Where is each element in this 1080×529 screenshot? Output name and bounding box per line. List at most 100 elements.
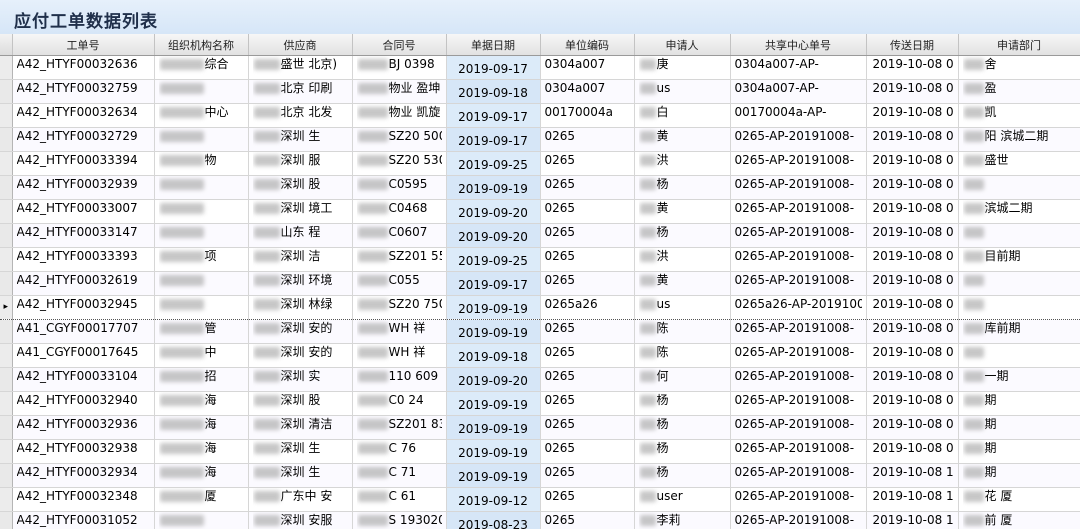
cell-unit-code[interactable]: 0265 [540, 439, 635, 464]
cell-doc-date[interactable]: 2019-09-19 [446, 295, 541, 320]
cell-org-name[interactable] [154, 223, 249, 248]
cell-supplier[interactable]: 山东 程 [248, 223, 353, 248]
cell-contract-no[interactable]: SZ20 500 [352, 127, 447, 152]
table-row[interactable]: A42_HTYF00032940 海 深圳 股 C0 24 2019-09-19 0265… [0, 391, 1080, 416]
cell-department[interactable] [958, 223, 1080, 248]
cell-send-date[interactable]: 2019-10-08 09: [866, 175, 959, 200]
cell-supplier[interactable]: 深圳 安的 [248, 343, 353, 368]
table-row[interactable]: A42_HTYF00032729 深圳 生 SZ20 500 2019-09-17 02… [0, 127, 1080, 152]
cell-send-date[interactable]: 2019-10-08 09: [866, 367, 959, 392]
cell-applicant[interactable]: us [634, 295, 731, 320]
cell-org-name[interactable] [154, 79, 249, 104]
cell-order-no[interactable]: A42_HTYF00032759 [12, 79, 155, 104]
cell-supplier[interactable]: 深圳 清洁 [248, 415, 353, 440]
cell-doc-date[interactable]: 2019-09-17 [446, 55, 541, 80]
table-row[interactable]: A42_HTYF00032936 海 深圳 清洁 SZ201 8305100 2019-… [0, 415, 1080, 440]
cell-doc-date[interactable]: 2019-09-19 [446, 439, 541, 464]
row-header[interactable]: ▸ [0, 295, 13, 320]
table-row[interactable]: A42_HTYF00033147 山东 程 C0607 2019-09-20 0265 杨… [0, 223, 1080, 248]
cell-contract-no[interactable]: C0607 [352, 223, 447, 248]
table-row[interactable]: A42_HTYF00033394 物 深圳 服 SZ20 530 2019-09-25 0… [0, 151, 1080, 176]
cell-doc-date[interactable]: 2019-09-17 [446, 271, 541, 296]
cell-supplier[interactable]: 深圳 股 [248, 391, 353, 416]
cell-org-name[interactable] [154, 175, 249, 200]
cell-supplier[interactable]: 深圳 生 [248, 439, 353, 464]
cell-applicant[interactable]: 杨 [634, 391, 731, 416]
cell-department[interactable] [958, 175, 1080, 200]
cell-shared-center-no[interactable]: 0265-AP-20191008- [730, 463, 867, 488]
cell-shared-center-no[interactable]: 0265-AP-20191008- [730, 511, 867, 529]
cell-send-date[interactable]: 2019-10-08 09: [866, 295, 959, 320]
table-row[interactable]: A42_HTYF00033393 项 深圳 洁 SZ201 550 2019-09-25… [0, 247, 1080, 272]
row-header[interactable] [0, 319, 13, 344]
row-header[interactable] [0, 55, 13, 80]
cell-org-name[interactable]: 海 [154, 439, 249, 464]
column-header-department[interactable]: 申请部门 [958, 34, 1080, 56]
cell-unit-code[interactable]: 0265 [540, 247, 635, 272]
cell-unit-code[interactable]: 0304a007 [540, 55, 635, 80]
cell-applicant[interactable]: 白 [634, 103, 731, 128]
cell-send-date[interactable]: 2019-10-08 10: [866, 463, 959, 488]
cell-department[interactable]: 库前期 [958, 319, 1080, 344]
cell-shared-center-no[interactable]: 0265-AP-20191008- [730, 319, 867, 344]
cell-org-name[interactable]: 招 [154, 367, 249, 392]
cell-doc-date[interactable]: 2019-09-20 [446, 367, 541, 392]
row-header[interactable] [0, 367, 13, 392]
cell-unit-code[interactable]: 0265 [540, 391, 635, 416]
cell-supplier[interactable]: 深圳 生 [248, 127, 353, 152]
cell-unit-code[interactable]: 0265 [540, 415, 635, 440]
row-header[interactable] [0, 511, 13, 529]
cell-order-no[interactable]: A42_HTYF00032636 [12, 55, 155, 80]
cell-contract-no[interactable]: C0468 [352, 199, 447, 224]
cell-order-no[interactable]: A42_HTYF00032619 [12, 271, 155, 296]
cell-department[interactable]: 目前期 [958, 247, 1080, 272]
cell-shared-center-no[interactable]: 0265-AP-20191008- [730, 151, 867, 176]
table-row[interactable]: A42_HTYF00033007 深圳 境工 C0468 2019-09-20 0265… [0, 199, 1080, 224]
cell-department[interactable]: 盛世 [958, 151, 1080, 176]
cell-contract-no[interactable]: WH 祥 [352, 319, 447, 344]
cell-doc-date[interactable]: 2019-09-25 [446, 151, 541, 176]
cell-shared-center-no[interactable]: 0265-AP-20191008- [730, 223, 867, 248]
cell-doc-date[interactable]: 2019-09-12 [446, 487, 541, 512]
row-header[interactable] [0, 79, 13, 104]
cell-order-no[interactable]: A42_HTYF00032939 [12, 175, 155, 200]
cell-contract-no[interactable]: C0595 [352, 175, 447, 200]
cell-org-name[interactable]: 厦 [154, 487, 249, 512]
cell-department[interactable]: 期 [958, 439, 1080, 464]
cell-shared-center-no[interactable]: 0265-AP-20191008- [730, 343, 867, 368]
cell-supplier[interactable]: 广东中 安 [248, 487, 353, 512]
cell-department[interactable]: 盈 [958, 79, 1080, 104]
table-row[interactable]: A42_HTYF00032619 深圳 环境 C055 2019-09-17 0265 黄… [0, 271, 1080, 296]
cell-send-date[interactable]: 2019-10-08 09: [866, 439, 959, 464]
cell-unit-code[interactable]: 0265 [540, 463, 635, 488]
cell-doc-date[interactable]: 2019-09-18 [446, 343, 541, 368]
cell-order-no[interactable]: A42_HTYF00032940 [12, 391, 155, 416]
cell-send-date[interactable]: 2019-10-08 09: [866, 343, 959, 368]
table-row[interactable]: A42_HTYF00032934 海 深圳 生 C 71 2019-09-19 0265 杨… [0, 463, 1080, 488]
cell-applicant[interactable]: 陈 [634, 319, 731, 344]
column-header-order-no[interactable]: 工单号 [12, 34, 155, 56]
cell-unit-code[interactable]: 0265 [540, 271, 635, 296]
cell-contract-no[interactable]: S 19302000 [352, 511, 447, 529]
row-header[interactable] [0, 199, 13, 224]
cell-applicant[interactable]: us [634, 79, 731, 104]
cell-order-no[interactable]: A42_HTYF00032934 [12, 463, 155, 488]
cell-supplier[interactable]: 深圳 服 [248, 151, 353, 176]
row-header[interactable] [0, 463, 13, 488]
cell-send-date[interactable]: 2019-10-08 09: [866, 55, 959, 80]
cell-supplier[interactable]: 北京 北发 [248, 103, 353, 128]
cell-applicant[interactable]: 杨 [634, 415, 731, 440]
cell-unit-code[interactable]: 0265 [540, 127, 635, 152]
table-row[interactable]: A42_HTYF00032939 深圳 股 C0595 2019-09-19 0265 杨… [0, 175, 1080, 200]
cell-send-date[interactable]: 2019-10-08 10: [866, 487, 959, 512]
cell-shared-center-no[interactable]: 0304a007-AP- [730, 55, 867, 80]
cell-contract-no[interactable]: SZ201 8305100 [352, 415, 447, 440]
column-header-applicant[interactable]: 申请人 [634, 34, 731, 56]
cell-department[interactable] [958, 271, 1080, 296]
cell-contract-no[interactable]: SZ20 750 [352, 295, 447, 320]
cell-supplier[interactable]: 深圳 环境 [248, 271, 353, 296]
cell-send-date[interactable]: 2019-10-08 09: [866, 199, 959, 224]
data-grid[interactable]: 工单号 组织机构名称 供应商 合同号 单据日期 单位编码 申请人 共享中心单号 … [0, 34, 1080, 529]
cell-org-name[interactable]: 海 [154, 415, 249, 440]
cell-supplier[interactable]: 深圳 实 [248, 367, 353, 392]
